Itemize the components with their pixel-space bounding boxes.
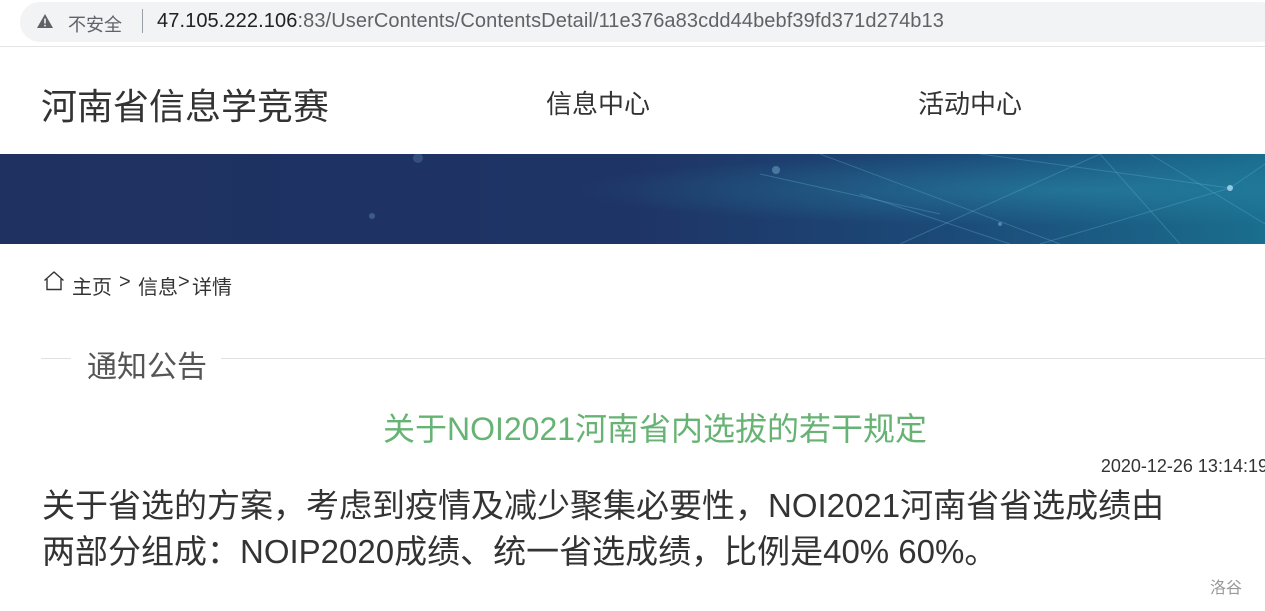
- section-divider-right: [221, 358, 1265, 359]
- article-date: 2020-12-26 13:14:19: [1100, 456, 1265, 476]
- breadcrumb-detail: 详情: [192, 277, 232, 299]
- hero-banner: [0, 154, 1265, 244]
- security-status-label[interactable]: 不安全: [68, 11, 122, 37]
- url-host: 47.105.222.106: [157, 10, 298, 32]
- banner-network-graphic: [0, 154, 1265, 244]
- home-icon[interactable]: [42, 269, 66, 293]
- article-title: 关于NOI2021河南省内选拔的若干规定: [382, 411, 928, 447]
- browser-address-bar: 不安全 47.105.222.106:83/UserContents/Conte…: [0, 0, 1265, 47]
- breadcrumb-separator: >: [119, 271, 131, 293]
- section-title: 通知公告: [87, 351, 207, 384]
- breadcrumb-separator: >: [178, 271, 190, 293]
- article-body-line: 关于省选的方案，考虑到疫情及减少聚集必要性，NOI2021河南省省选成绩由: [42, 487, 1165, 524]
- site-title[interactable]: 河南省信息学竞赛: [41, 78, 329, 130]
- nav-activity-center[interactable]: 活动中心: [918, 84, 1022, 121]
- section-divider-left: [41, 358, 71, 359]
- breadcrumb-info[interactable]: 信息: [138, 271, 178, 300]
- address-divider: [142, 9, 143, 33]
- nav-info-center[interactable]: 信息中心: [546, 84, 650, 121]
- watermark: 洛谷: [1210, 580, 1243, 597]
- article-body: 关于省选的方案，考虑到疫情及减少聚集必要性，NOI2021河南省省选成绩由 两部…: [42, 483, 1265, 575]
- article-body-line: 两部分组成：NOIP2020成绩、统一省选成绩，比例是40% 60%。: [42, 533, 998, 570]
- breadcrumb-home[interactable]: 主页: [72, 271, 112, 300]
- url-path: :83/UserContents/ContentsDetail/11e376a8…: [297, 10, 944, 32]
- url-text[interactable]: 47.105.222.106:83/UserContents/ContentsD…: [157, 10, 944, 33]
- warning-triangle-icon[interactable]: [36, 13, 54, 29]
